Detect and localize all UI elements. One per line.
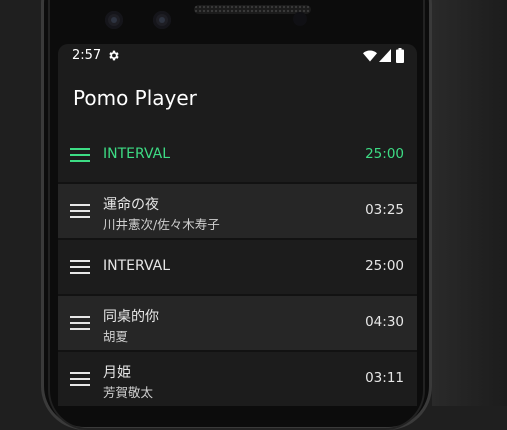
playlist: INTERVAL 25:00 運命の夜 川井憲次/佐々木寿子 03:25 INT… (58, 128, 417, 406)
proximity-sensor (293, 12, 307, 26)
track-duration: 25:00 (365, 258, 404, 274)
track-duration: 03:11 (365, 370, 404, 386)
track-title: 同桌的你 (103, 309, 159, 325)
drag-handle-icon[interactable] (70, 148, 90, 162)
track-artist: 川井憲次/佐々木寿子 (103, 217, 220, 232)
track-title: 月姫 (103, 365, 131, 381)
drag-handle-icon[interactable] (70, 316, 90, 330)
front-sensor-left (105, 11, 123, 29)
track-duration: 03:25 (365, 202, 404, 218)
drag-handle-icon[interactable] (70, 372, 90, 386)
status-bar: 2:57 (58, 44, 417, 68)
track-duration: 25:00 (365, 146, 404, 162)
drag-handle-icon[interactable] (70, 204, 90, 218)
earpiece-speaker (194, 5, 311, 14)
signal-icon (379, 49, 391, 62)
playlist-item-interval[interactable]: INTERVAL 25:00 (58, 240, 417, 294)
track-artist: 胡夏 (103, 329, 129, 344)
drag-handle-icon[interactable] (70, 260, 90, 274)
track-title: INTERVAL (103, 258, 171, 274)
gear-icon (109, 50, 119, 61)
phone-screen: 2:57 Pomo Player INTERVAL 25:00 運命の夜 川井憲… (58, 44, 417, 406)
background-right (432, 0, 507, 406)
playlist-item-interval-active[interactable]: INTERVAL 25:00 (58, 128, 417, 182)
front-camera (153, 11, 171, 29)
wifi-icon (363, 50, 377, 62)
battery-icon (396, 48, 404, 63)
track-title: INTERVAL (103, 146, 171, 162)
app-title: Pomo Player (73, 86, 197, 110)
playlist-item[interactable]: 月姫 芳賀敬太 03:11 (58, 352, 417, 406)
track-title: 運命の夜 (103, 197, 159, 213)
playlist-item[interactable]: 運命の夜 川井憲次/佐々木寿子 03:25 (58, 184, 417, 238)
track-duration: 04:30 (365, 314, 404, 330)
track-artist: 芳賀敬太 (103, 385, 154, 400)
status-time: 2:57 (72, 48, 102, 63)
playlist-item[interactable]: 同桌的你 胡夏 04:30 (58, 296, 417, 350)
app-bar: Pomo Player (58, 68, 417, 128)
